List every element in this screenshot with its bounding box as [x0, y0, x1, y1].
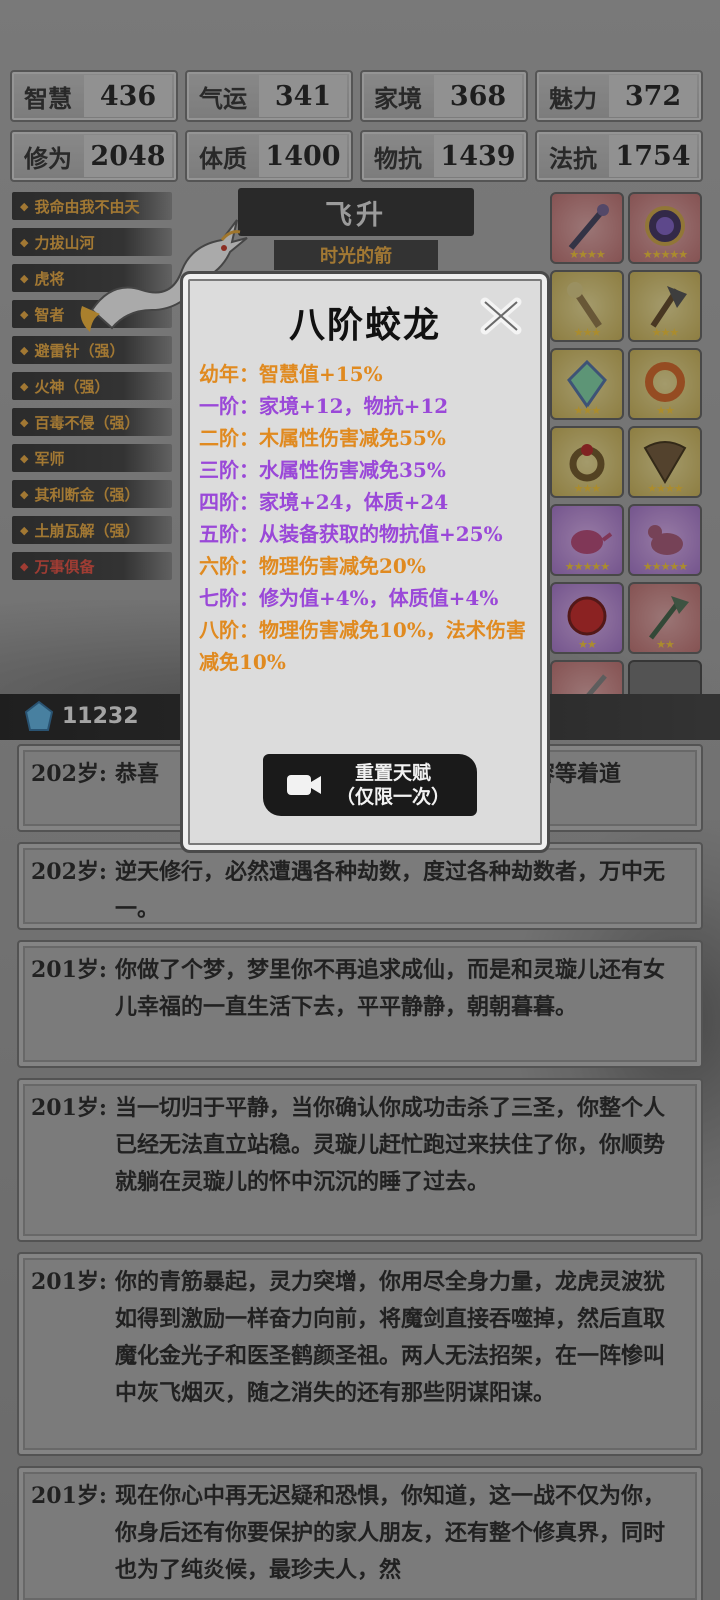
video-icon	[287, 775, 321, 795]
tier-line: 八阶：物理伤害减免10%，法术伤害减免10%	[199, 618, 526, 674]
tier-line: 幼年：智慧值+15%	[199, 362, 383, 386]
reset-talent-button[interactable]: 重置天赋 （仅限一次）	[263, 754, 477, 816]
tier-line: 三阶：水属性伤害减免35%	[199, 458, 446, 482]
tier-line: 七阶：修为值+4%，体质值+4%	[199, 586, 499, 610]
tier-line: 四阶：家境+24，体质+24	[199, 490, 449, 514]
tier-line: 二阶：木属性伤害减免55%	[199, 426, 446, 450]
tier-line: 六阶：物理伤害减免20%	[199, 554, 426, 578]
talent-detail-modal: 八阶蛟龙 幼年：智慧值+15% 一阶：家境+12，物抗+12 二阶：木属性伤害减…	[180, 271, 550, 853]
tier-list: 幼年：智慧值+15% 一阶：家境+12，物抗+12 二阶：木属性伤害减免55% …	[199, 358, 539, 678]
tier-line: 五阶：从装备获取的物抗值+25%	[199, 522, 503, 546]
reset-button-label: 重置天赋 （仅限一次）	[335, 762, 450, 808]
close-icon[interactable]	[479, 294, 523, 338]
tier-line: 一阶：家境+12，物抗+12	[199, 394, 449, 418]
